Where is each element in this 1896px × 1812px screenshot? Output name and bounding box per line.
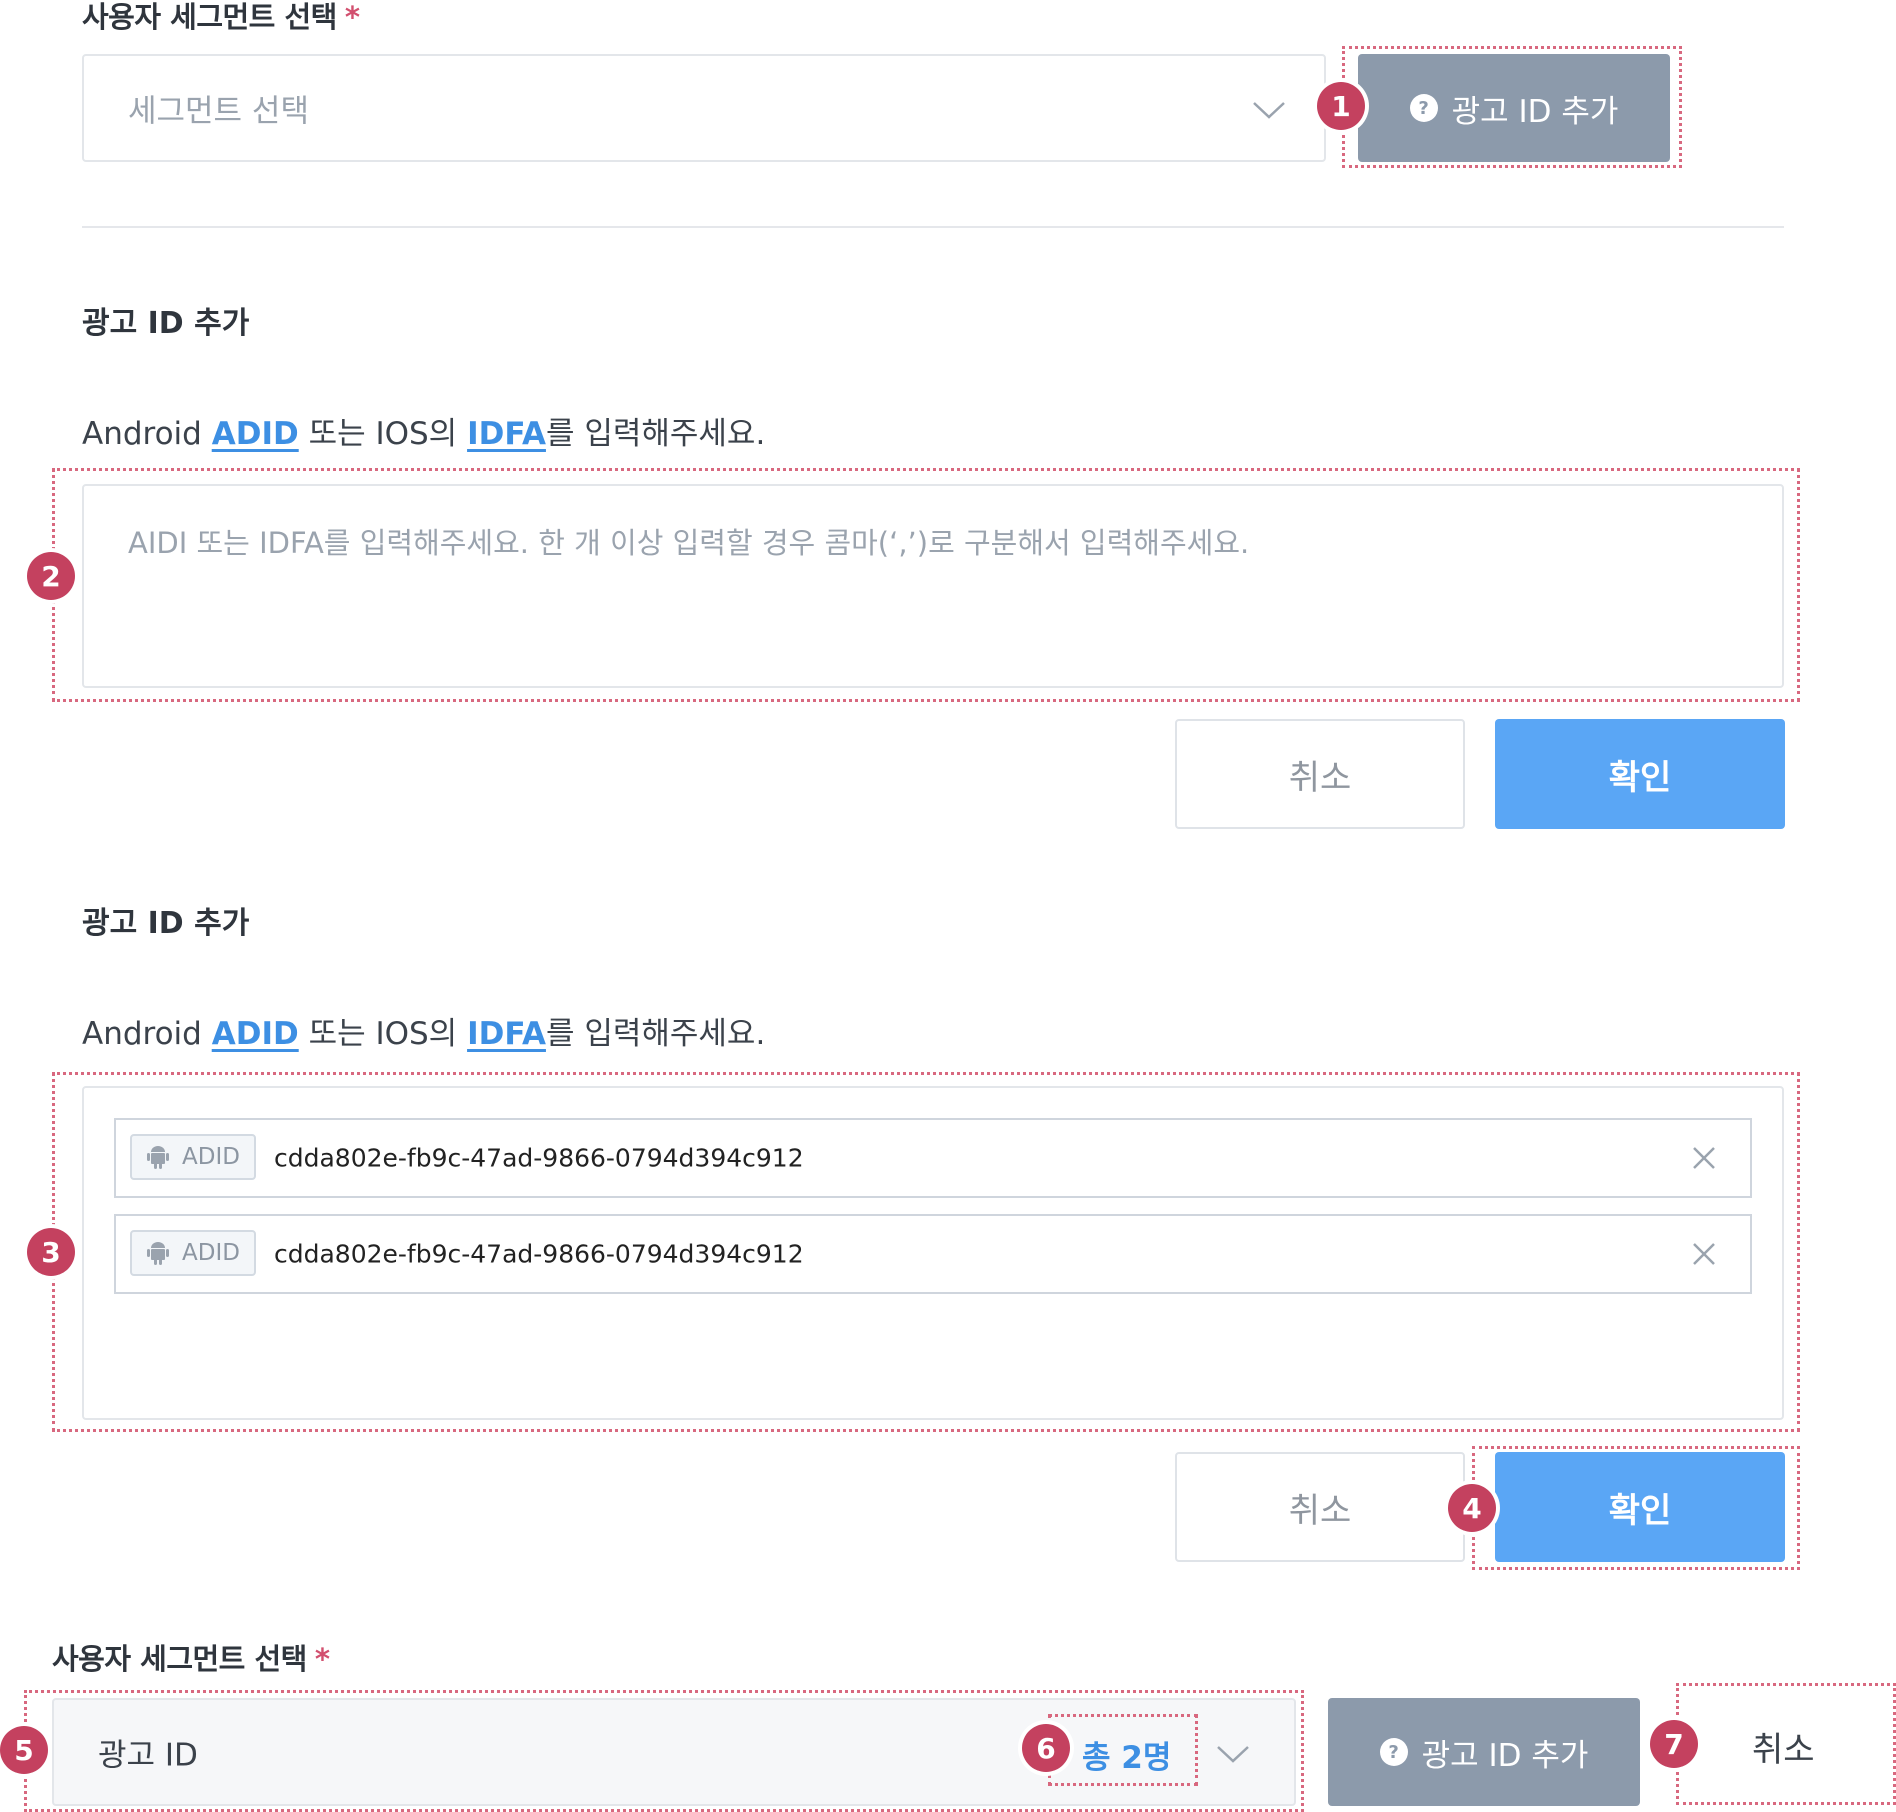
add-ad-id-button-bottom[interactable]: ? 광고 ID 추가 (1328, 1698, 1640, 1806)
segment-label-text: 사용자 세그먼트 선택 (82, 0, 337, 34)
marker-6: 6 (1022, 1724, 1070, 1772)
segment-select[interactable]: 세그먼트 선택 (82, 54, 1326, 162)
adid-link[interactable]: ADID (212, 1016, 299, 1052)
cancel-button[interactable]: 취소 (1175, 1452, 1465, 1562)
marker-2: 2 (27, 552, 75, 600)
desc-mid: 또는 IOS의 (298, 1016, 468, 1052)
highlight-box-7 (1676, 1683, 1896, 1805)
segment-label: 사용자 세그먼트 선택 * (82, 0, 360, 36)
highlight-box-6 (1048, 1714, 1198, 1786)
form-title: 광고 ID 추가 (82, 306, 250, 341)
marker-1: 1 (1317, 82, 1365, 130)
chevron-down-icon (1253, 102, 1285, 119)
confirm-button[interactable]: 확인 (1495, 719, 1785, 829)
idfa-link[interactable]: IDFA (467, 1016, 546, 1052)
marker-7: 7 (1650, 1720, 1698, 1768)
cancel-button[interactable]: 취소 (1175, 719, 1465, 829)
marker-5: 5 (0, 1726, 48, 1774)
desc-suffix: 를 입력해주세요. (545, 1016, 766, 1052)
form-title-filled: 광고 ID 추가 (82, 906, 250, 941)
required-mark: * (344, 0, 360, 34)
form-description-filled: Android ADID 또는 IOS의 IDFA를 입력해주세요. (82, 1008, 765, 1053)
idfa-link[interactable]: IDFA (467, 416, 546, 452)
highlight-box-3 (52, 1072, 1800, 1432)
marker-3: 3 (27, 1228, 75, 1276)
marker-4: 4 (1448, 1484, 1496, 1532)
desc-suffix: 를 입력해주세요. (545, 416, 766, 452)
help-icon: ? (1379, 1738, 1408, 1766)
desc-prefix: Android (82, 1016, 212, 1052)
required-mark: * (314, 1642, 330, 1676)
segment-label-bottom: 사용자 세그먼트 선택 * (52, 1636, 330, 1678)
add-ad-id-button-label: 광고 ID 추가 (1421, 1737, 1589, 1774)
form-description: Android ADID 또는 IOS의 IDFA를 입력해주세요. (82, 408, 765, 453)
segment-label-text: 사용자 세그먼트 선택 (52, 1642, 307, 1676)
adid-link[interactable]: ADID (212, 416, 299, 452)
segment-select-placeholder: 세그먼트 선택 (128, 93, 309, 130)
desc-mid: 또는 IOS의 (298, 416, 468, 452)
desc-prefix: Android (82, 416, 212, 452)
highlight-box-4 (1472, 1446, 1800, 1570)
highlight-box-2 (52, 468, 1800, 702)
section-divider (82, 226, 1784, 228)
highlight-box-1 (1342, 46, 1682, 168)
